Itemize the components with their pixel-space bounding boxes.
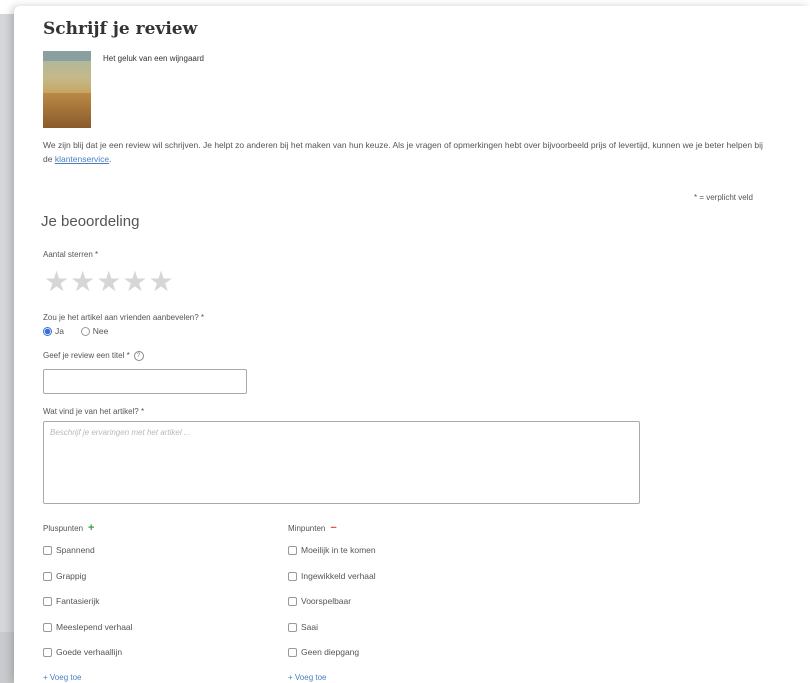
minpunt-item[interactable]: Geen diepgang [288, 647, 360, 658]
pluspunt-item[interactable]: Spannend [43, 545, 95, 556]
review-body-textarea[interactable]: Beschrijf je ervaringen met het artikel … [43, 421, 640, 504]
customer-service-link[interactable]: klantenservice [55, 154, 109, 164]
minpunt-item[interactable]: Ingewikkeld verhaal [288, 571, 376, 582]
pluspunt-label: Goede verhaallijn [56, 647, 123, 657]
checkbox[interactable] [288, 648, 297, 658]
minpunt-item[interactable]: Saai [288, 622, 319, 633]
required-field-note: * = verplicht veld [694, 193, 753, 202]
checkbox[interactable] [288, 597, 297, 607]
pluspunt-item[interactable]: Meeslepend verhaal [43, 622, 133, 633]
intro-text: We zijn blij dat je een review wil schri… [43, 138, 773, 166]
pluspunt-item[interactable]: Fantasierijk [43, 596, 100, 607]
add-pluspunt-link[interactable]: + Voeg toe [43, 673, 81, 682]
add-minpunt-link[interactable]: + Voeg toe [288, 673, 326, 682]
pluspunt-item[interactable]: Grappig [43, 571, 87, 582]
pluspunten-header: Pluspunten + [43, 522, 94, 534]
star-icon-3[interactable]: ★ [96, 268, 121, 296]
section-title: Je beoordeling [41, 213, 140, 230]
star-icon-2[interactable]: ★ [70, 268, 95, 296]
minpunt-label: Moeilijk in te komen [301, 545, 376, 555]
intro-body: We zijn blij dat je een review wil schri… [43, 140, 763, 164]
review-title-input[interactable] [43, 369, 247, 394]
intro-end: . [109, 154, 112, 164]
checkbox[interactable] [288, 572, 297, 582]
page-title: Schrijf je review [43, 19, 198, 39]
recommend-yes-radio[interactable] [43, 327, 52, 337]
review-body-placeholder: Beschrijf je ervaringen met het artikel … [50, 428, 191, 437]
star-icon-4[interactable]: ★ [122, 268, 147, 296]
recommend-label: Zou je het artikel aan vrienden aanbevel… [43, 313, 204, 322]
recommend-options: Ja Nee [43, 326, 109, 337]
minus-icon: − [330, 522, 337, 534]
minpunt-label: Geen diepgang [301, 647, 360, 657]
minpunt-label: Ingewikkeld verhaal [301, 571, 376, 581]
background-left [0, 14, 14, 683]
star-rating[interactable]: ★★★★★ [44, 268, 175, 296]
pluspunt-label: Grappig [56, 571, 87, 581]
recommend-no-radio[interactable] [80, 327, 90, 337]
checkbox[interactable] [43, 546, 52, 556]
pluspunt-label: Fantasierijk [56, 596, 100, 606]
stars-label: Aantal sterren * [43, 250, 99, 259]
review-title-label-row: Geef je review een titel *? [43, 351, 144, 361]
review-title-label: Geef je review een titel * [43, 351, 130, 361]
minpunt-label: Saai [301, 622, 319, 632]
checkbox[interactable] [43, 572, 52, 582]
minpunten-header: Minpunten − [288, 522, 337, 534]
minpunt-item[interactable]: Voorspelbaar [288, 596, 352, 607]
review-form-card: Schrijf je review Het geluk van een wijn… [14, 6, 810, 683]
pluspunt-label: Meeslepend verhaal [56, 622, 133, 632]
book-cover-hill [43, 93, 91, 128]
minpunt-item[interactable]: Moeilijk in te komen [288, 545, 376, 556]
checkbox[interactable] [288, 546, 297, 556]
recommend-yes-label: Ja [55, 326, 64, 336]
pluspunt-item[interactable]: Goede verhaallijn [43, 647, 123, 658]
info-icon[interactable]: ? [133, 351, 144, 361]
star-icon-5[interactable]: ★ [148, 268, 173, 296]
minpunt-label: Voorspelbaar [301, 596, 352, 606]
book-title: Het geluk van een wijngaard [103, 54, 204, 63]
pluspunt-label: Spannend [56, 545, 95, 555]
pluspunten-label: Pluspunten [43, 524, 84, 533]
checkbox[interactable] [43, 623, 52, 633]
review-body-label: Wat vind je van het artikel? * [43, 407, 145, 416]
checkbox[interactable] [288, 623, 297, 633]
plus-icon: + [88, 522, 95, 534]
checkbox[interactable] [43, 597, 52, 607]
minpunten-label: Minpunten [288, 524, 326, 533]
book-cover-sky [43, 51, 91, 61]
checkbox[interactable] [43, 648, 52, 658]
star-icon-1[interactable]: ★ [44, 268, 69, 296]
recommend-no-label: Nee [92, 326, 109, 336]
